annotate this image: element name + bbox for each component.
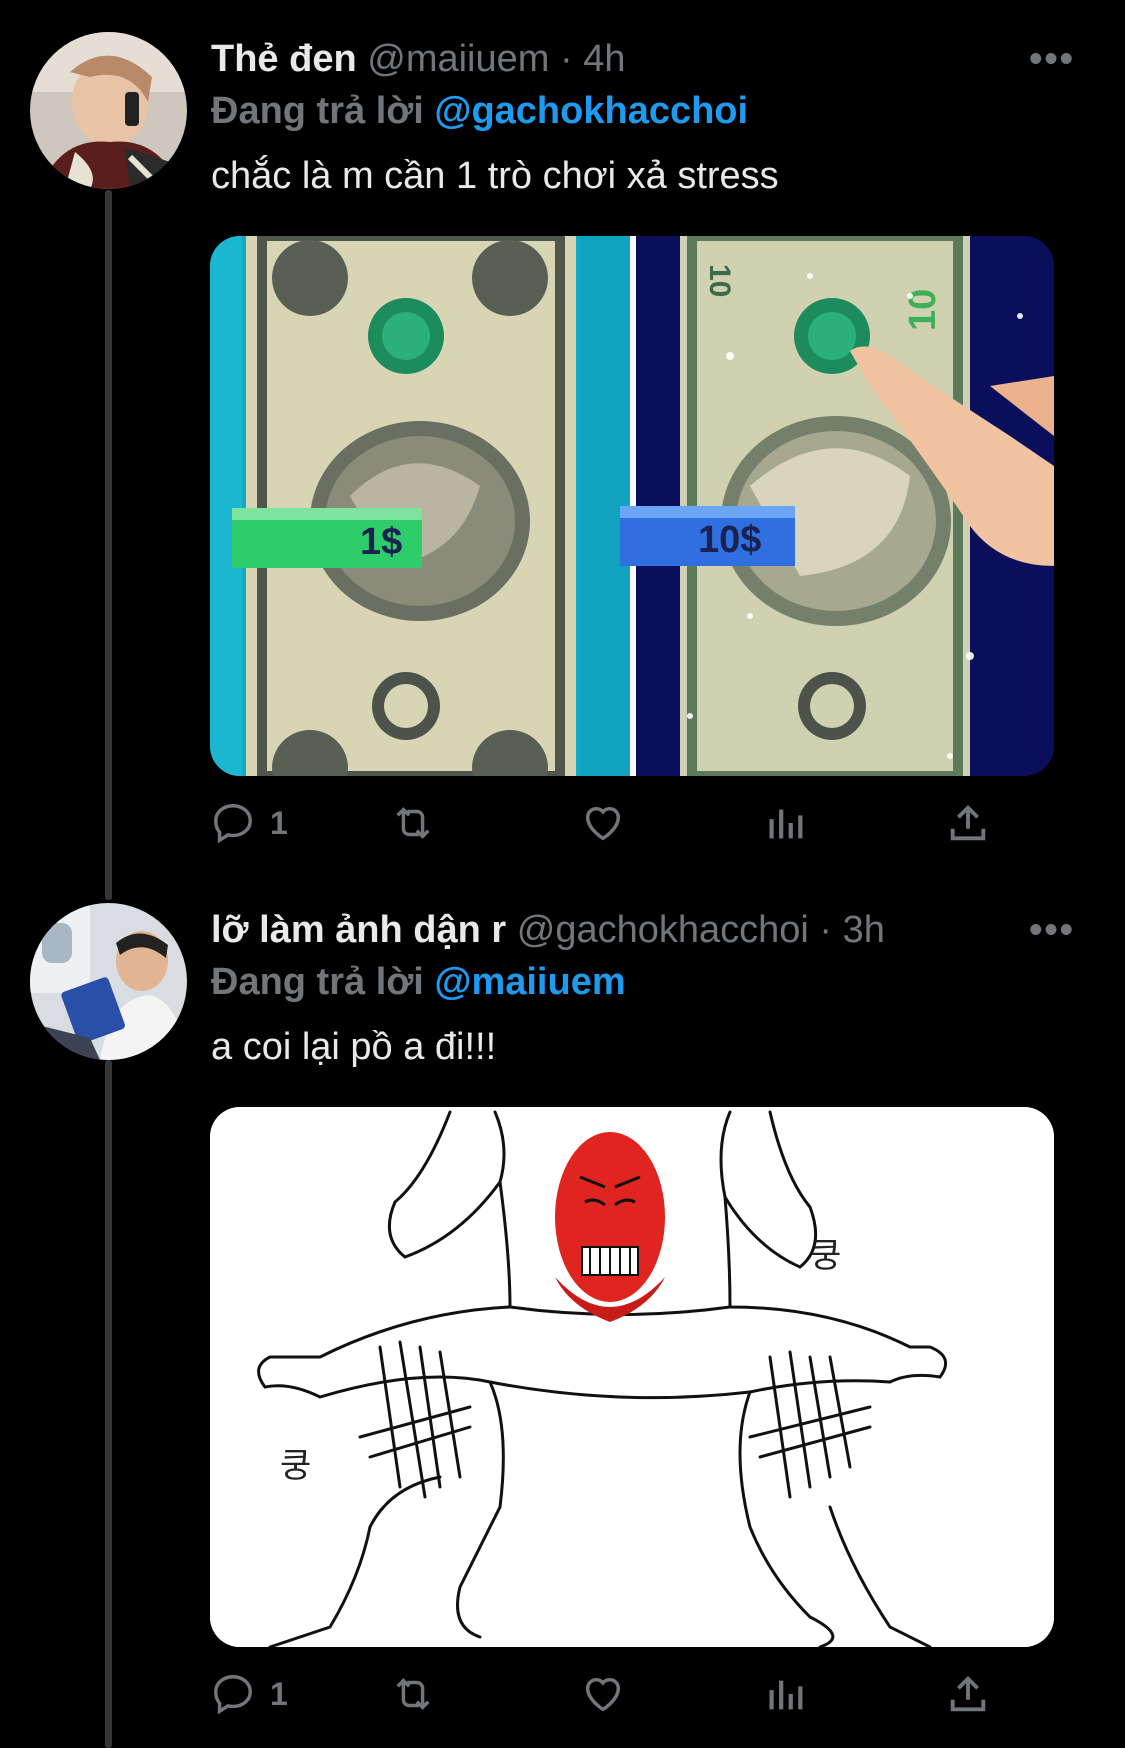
replying-to: Đang trả lời @gachokhacchoi bbox=[211, 88, 748, 134]
sound-effect-text: 쿵 bbox=[810, 1236, 841, 1276]
tweet-actions: 1 bbox=[210, 1664, 1000, 1724]
share-icon bbox=[950, 804, 986, 841]
price-label-1: 1$ bbox=[360, 521, 402, 563]
reply-count: 1 bbox=[270, 1675, 288, 1712]
tweet-media-meme[interactable]: 쿵 쿵 bbox=[210, 1107, 1054, 1647]
mention-link[interactable]: @maiiuem bbox=[434, 961, 625, 1003]
display-name[interactable]: lỡ làm ảnh dận r bbox=[211, 909, 506, 951]
tweet[interactable]: Thẻ đen @maiiuem · 4h ••• Đang trả lời @… bbox=[0, 0, 1125, 880]
reply-icon bbox=[214, 1675, 252, 1715]
reply-count: 1 bbox=[270, 804, 288, 841]
replying-label: Đang trả lời bbox=[211, 90, 424, 132]
user-handle[interactable]: @maiiuem bbox=[367, 38, 549, 80]
timestamp[interactable]: · 4h bbox=[560, 38, 625, 80]
share-button[interactable] bbox=[945, 793, 991, 853]
like-button[interactable] bbox=[580, 793, 626, 853]
like-button[interactable] bbox=[580, 1664, 626, 1724]
money-game-image: 1$ 10 10 10$ bbox=[210, 236, 1054, 776]
sound-effect-text: 쿵 bbox=[280, 1446, 311, 1486]
avatar-photo bbox=[30, 903, 187, 1060]
tweet-header: Thẻ đen @maiiuem · 4h bbox=[211, 36, 625, 82]
analytics-button[interactable] bbox=[762, 1664, 808, 1724]
reply-icon bbox=[214, 804, 252, 844]
avatar[interactable] bbox=[30, 32, 187, 189]
timestamp[interactable]: · 3h bbox=[819, 909, 884, 951]
replying-to: Đang trả lời @maiiuem bbox=[211, 959, 626, 1005]
more-options-icon[interactable]: ••• bbox=[1029, 38, 1075, 81]
tweet-header: lỡ làm ảnh dận r @gachokhacchoi · 3h bbox=[211, 907, 885, 953]
retweet-icon bbox=[396, 807, 430, 839]
analytics-button[interactable] bbox=[762, 793, 808, 853]
like-icon bbox=[585, 806, 621, 841]
reply-button[interactable]: 1 bbox=[210, 1664, 288, 1724]
avatar-photo bbox=[30, 32, 187, 189]
reply-button[interactable]: 1 bbox=[210, 793, 288, 853]
share-icon bbox=[950, 1675, 986, 1712]
more-options-icon[interactable]: ••• bbox=[1029, 909, 1075, 952]
tweet-media-money-game[interactable]: 1$ 10 10 10$ bbox=[210, 236, 1054, 776]
tweet-text: a coi lại pồ a đi!!! bbox=[211, 1026, 497, 1068]
tweet-text: chắc là m cần 1 trò chơi xả stress bbox=[211, 155, 779, 197]
replying-label: Đang trả lời bbox=[211, 961, 424, 1003]
meme-drawing: 쿵 쿵 bbox=[210, 1107, 1054, 1647]
retweet-icon bbox=[396, 1678, 430, 1710]
price-label-10: 10$ bbox=[698, 519, 761, 561]
retweet-button[interactable] bbox=[390, 1664, 436, 1724]
display-name[interactable]: Thẻ đen bbox=[211, 38, 357, 80]
like-icon bbox=[585, 1677, 621, 1712]
tweet[interactable]: lỡ làm ảnh dận r @gachokhacchoi · 3h •••… bbox=[0, 880, 1125, 1748]
user-handle[interactable]: @gachokhacchoi bbox=[517, 909, 809, 951]
share-button[interactable] bbox=[945, 1664, 991, 1724]
analytics-icon bbox=[769, 809, 803, 839]
tweet-actions: 1 bbox=[210, 793, 1000, 853]
bill-corner-digit: 10 bbox=[703, 264, 736, 297]
avatar[interactable] bbox=[30, 903, 187, 1060]
analytics-icon bbox=[769, 1680, 803, 1710]
mention-link[interactable]: @gachokhacchoi bbox=[434, 90, 748, 132]
retweet-button[interactable] bbox=[390, 793, 436, 853]
